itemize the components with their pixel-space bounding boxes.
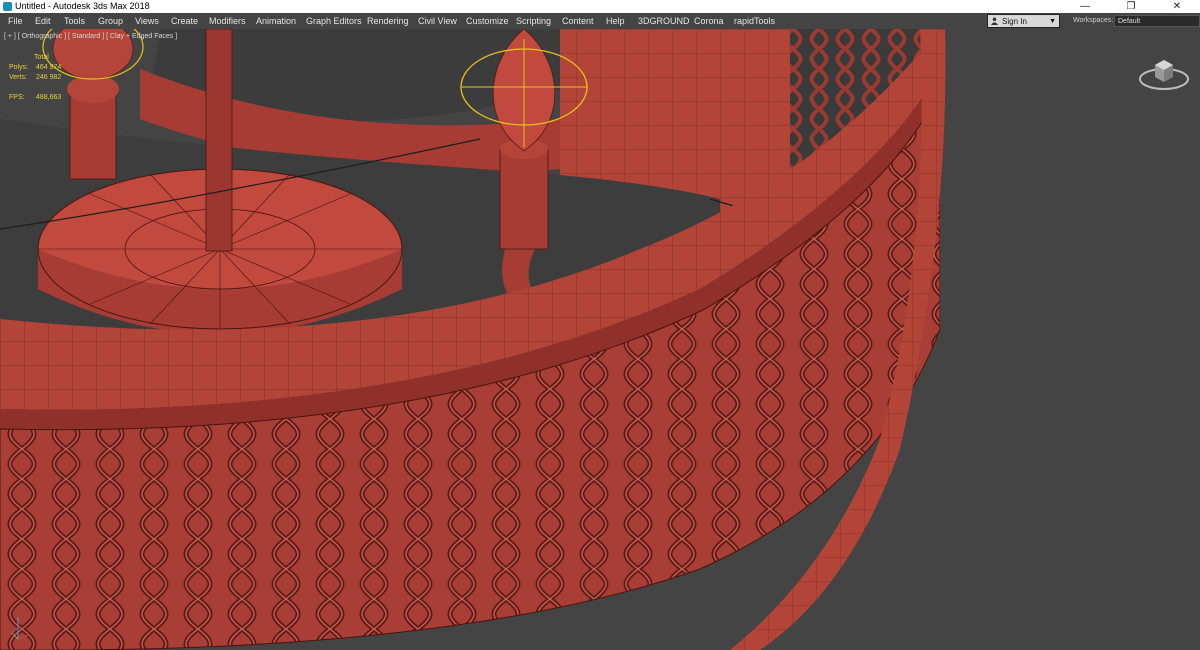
menu-tools[interactable]: Tools [64,13,85,29]
workspaces-label: Workspaces: [1073,17,1114,24]
menu-content[interactable]: Content [562,13,594,29]
menu-group[interactable]: Group [98,13,123,29]
menu-civil-view[interactable]: Civil View [418,13,457,29]
scene-render [0,29,1000,650]
restore-button[interactable]: ❐ [1108,0,1154,13]
menu-animation[interactable]: Animation [256,13,296,29]
viewcube-icon[interactable] [1138,53,1190,93]
menu-scripting[interactable]: Scripting [516,13,551,29]
stats-polys-label: Polys: [9,64,29,71]
perspective-viewport[interactable]: [ + ] [ Orthographic ] [ Standard ] [ Cl… [0,29,1200,650]
menu-corona[interactable]: Corona [694,13,724,29]
stats-fps-value: 488,663 [35,94,62,101]
menu-views[interactable]: Views [135,13,159,29]
chevron-down-icon: ▼ [1049,18,1056,25]
workspaces-select[interactable]: Default [1114,15,1200,27]
stats-fps-label: FPS: [9,94,25,101]
sign-in-label: Sign In [1002,17,1027,26]
viewport-label-menu[interactable]: [ + ] [ Orthographic ] [ Standard ] [ Cl… [4,33,177,40]
menu-create[interactable]: Create [171,13,198,29]
axis-tripod-icon [11,617,29,640]
menu-rapidtools[interactable]: rapidTools [734,13,775,29]
menu-rendering[interactable]: Rendering [367,13,409,29]
menu-bar: File Edit Tools Group Views Create Modif… [0,13,1200,29]
stats-verts-row: Verts: 246 982 [9,73,61,83]
stats-verts-value: 246 982 [35,74,62,81]
sign-in-dropdown[interactable]: Sign In ▼ [987,14,1060,28]
app-icon [3,2,12,11]
user-icon [991,17,998,25]
minimize-button[interactable]: — [1062,0,1108,13]
menu-edit[interactable]: Edit [35,13,51,29]
menu-customize[interactable]: Customize [466,13,509,29]
menu-help[interactable]: Help [606,13,625,29]
stats-total-label: Total [34,54,49,61]
menu-3dground[interactable]: 3DGROUND [638,13,690,29]
stats-polys-row: Polys: 464 974 [9,63,61,73]
stats-overlay: Total Polys: 464 974 Verts: 246 982 [9,53,61,83]
stats-polys-value: 464 974 [35,64,62,71]
close-button[interactable]: ✕ [1154,0,1200,13]
menu-graph-editors[interactable]: Graph Editors [306,13,362,29]
menu-file[interactable]: File [8,13,23,29]
menu-modifiers[interactable]: Modifiers [209,13,246,29]
title-bar: Untitled - Autodesk 3ds Max 2018 — ❐ ✕ [0,0,1200,13]
stats-verts-label: Verts: [9,74,27,81]
stats-fps-row: FPS: 488,663 [9,94,61,101]
window-title: Untitled - Autodesk 3ds Max 2018 [15,1,150,11]
